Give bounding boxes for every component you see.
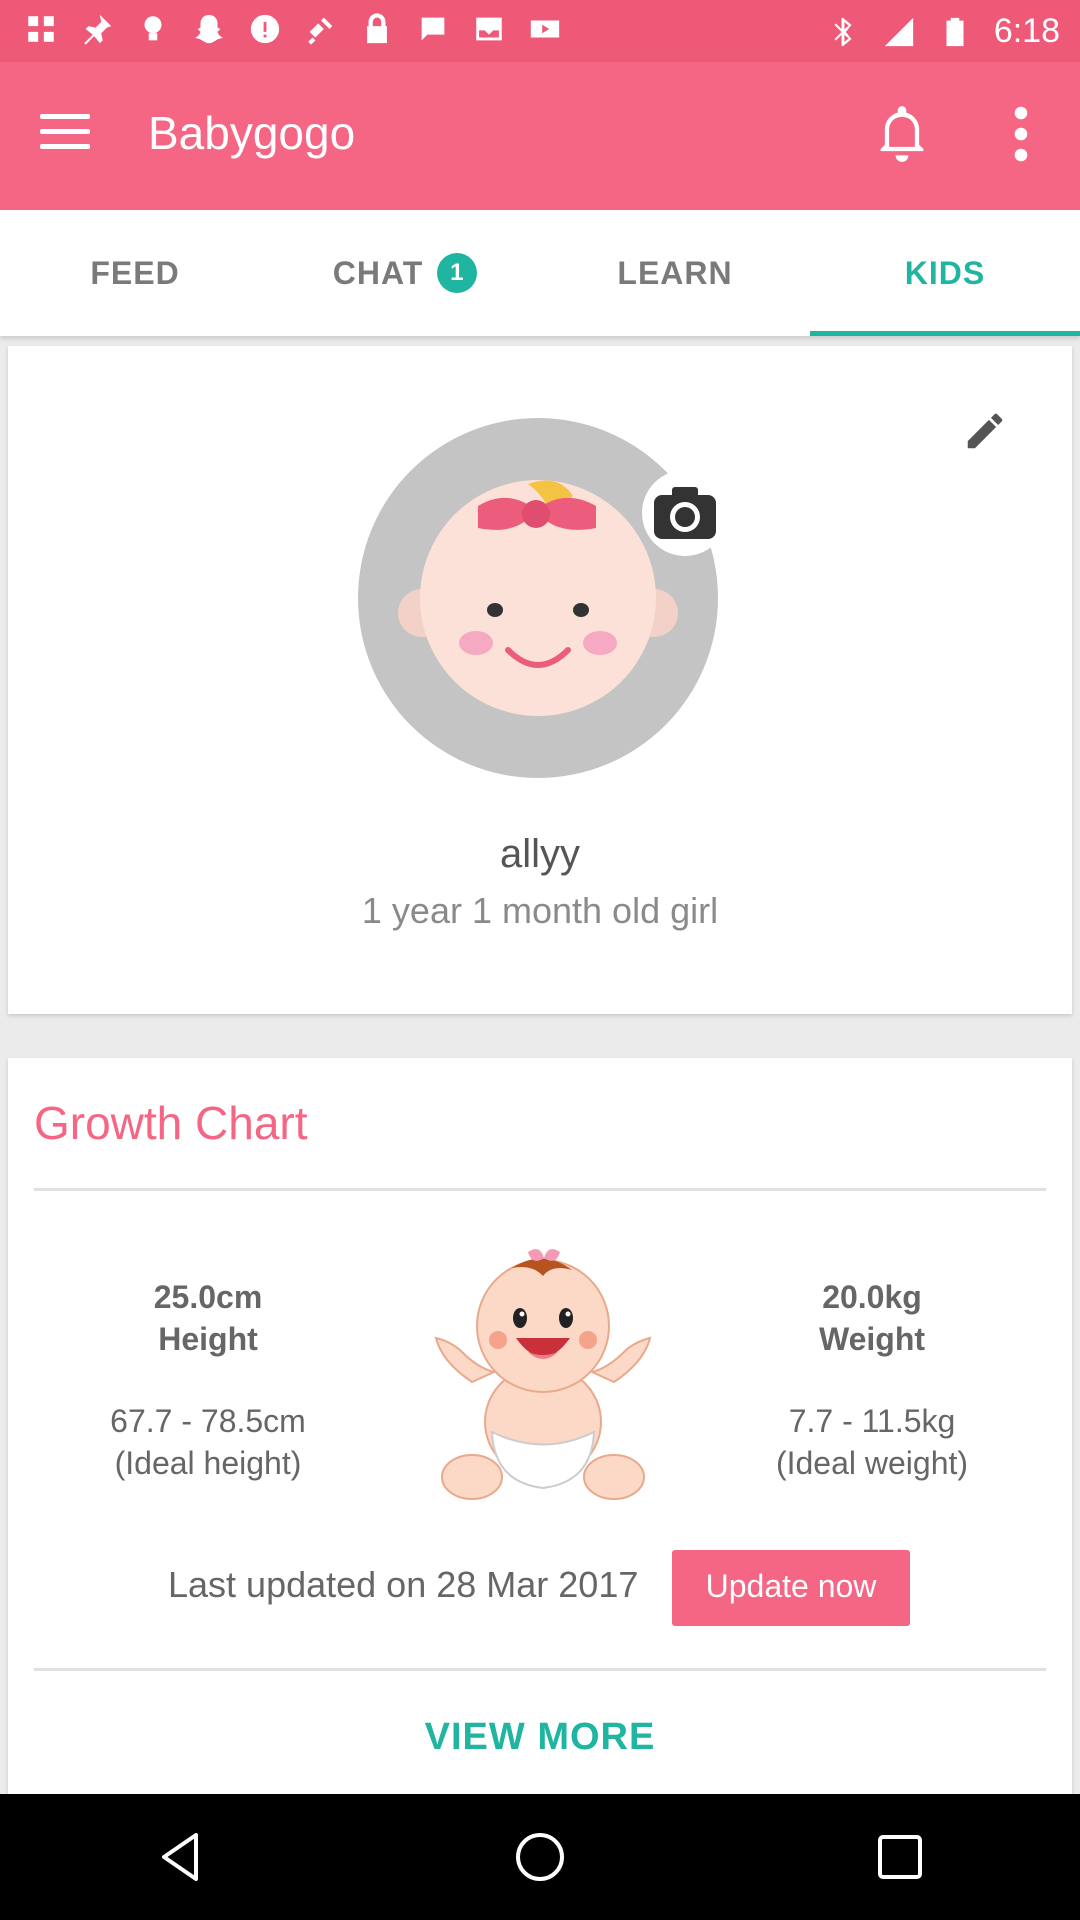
camera-icon[interactable] (642, 470, 728, 556)
app-bar: Babygogo (0, 62, 1080, 210)
bluetooth-icon (826, 15, 860, 49)
tab-learn[interactable]: LEARN (540, 210, 810, 336)
edit-pencil-icon[interactable] (962, 408, 1008, 454)
photos-icon (24, 12, 58, 46)
hamburger-menu-icon[interactable] (40, 114, 106, 158)
height-label: Height (158, 1321, 258, 1357)
tab-kids[interactable]: KIDS (810, 210, 1080, 336)
tab-chat[interactable]: CHAT 1 (270, 210, 540, 336)
home-icon[interactable] (480, 1807, 600, 1907)
recents-icon[interactable] (840, 1807, 960, 1907)
back-icon[interactable] (120, 1807, 240, 1907)
snap-icon (192, 12, 226, 46)
tab-feed[interactable]: FEED (0, 210, 270, 336)
divider (34, 1668, 1046, 1671)
lock-icon (360, 12, 394, 46)
tab-bar: FEED CHAT 1 LEARN KIDS (0, 210, 1080, 336)
growth-chart-card: Growth Chart 25.0cm Height 67.7 - 78.5cm… (8, 1058, 1072, 1798)
tab-label: CHAT (332, 254, 424, 291)
weight-range: 7.7 - 11.5kg (788, 1403, 956, 1439)
kid-age: 1 year 1 month old girl (361, 890, 719, 931)
baby-illustration (432, 1242, 654, 1512)
height-value: 25.0cm (153, 1279, 263, 1315)
signal-icon (882, 15, 916, 49)
satellite-icon (304, 12, 338, 46)
tab-label: KIDS (904, 254, 986, 291)
notification-icons (24, 12, 562, 46)
last-updated-text: Last updated on 28 Mar 2017 (168, 1564, 639, 1605)
more-vert-icon[interactable] (1006, 106, 1036, 162)
chat-bubble-icon (416, 12, 450, 46)
tab-label: FEED (90, 254, 180, 291)
alert-icon (248, 12, 282, 46)
status-bar: 6:18 (0, 0, 1080, 62)
pin-icon (80, 12, 114, 46)
kid-profile-card: allyy 1 year 1 month old girl (8, 346, 1072, 1014)
kid-name: allyy (499, 832, 581, 876)
app-title: Babygogo (148, 107, 356, 159)
system-status: 6:18 (826, 12, 1060, 51)
chat-count-badge: 1 (437, 253, 478, 293)
inbox-icon (472, 12, 506, 46)
weight-label: Weight (818, 1321, 926, 1357)
weight-range-label: (Ideal weight) (775, 1445, 969, 1481)
growth-chart-title: Growth Chart (34, 1097, 308, 1149)
system-nav-bar (0, 1794, 1080, 1920)
tab-label: LEARN (617, 254, 733, 291)
height-range-label: (Ideal height) (114, 1445, 302, 1481)
status-time: 6:18 (993, 12, 1060, 50)
divider (34, 1188, 1046, 1191)
weight-stat: 20.0kg Weight 7.7 - 11.5kg (Ideal weight… (712, 1276, 1032, 1484)
height-stat: 25.0cm Height 67.7 - 78.5cm (Ideal heigh… (48, 1276, 368, 1484)
view-more-button[interactable]: VIEW MORE (8, 1716, 1072, 1759)
weight-value: 20.0kg (822, 1279, 922, 1315)
bell-icon[interactable] (876, 104, 928, 164)
youtube-icon (528, 12, 562, 46)
lightbulb-icon (136, 12, 170, 46)
battery-icon (938, 15, 972, 49)
height-range: 67.7 - 78.5cm (110, 1403, 306, 1439)
kid-avatar[interactable] (358, 418, 718, 778)
update-now-button[interactable]: Update now (672, 1550, 910, 1626)
